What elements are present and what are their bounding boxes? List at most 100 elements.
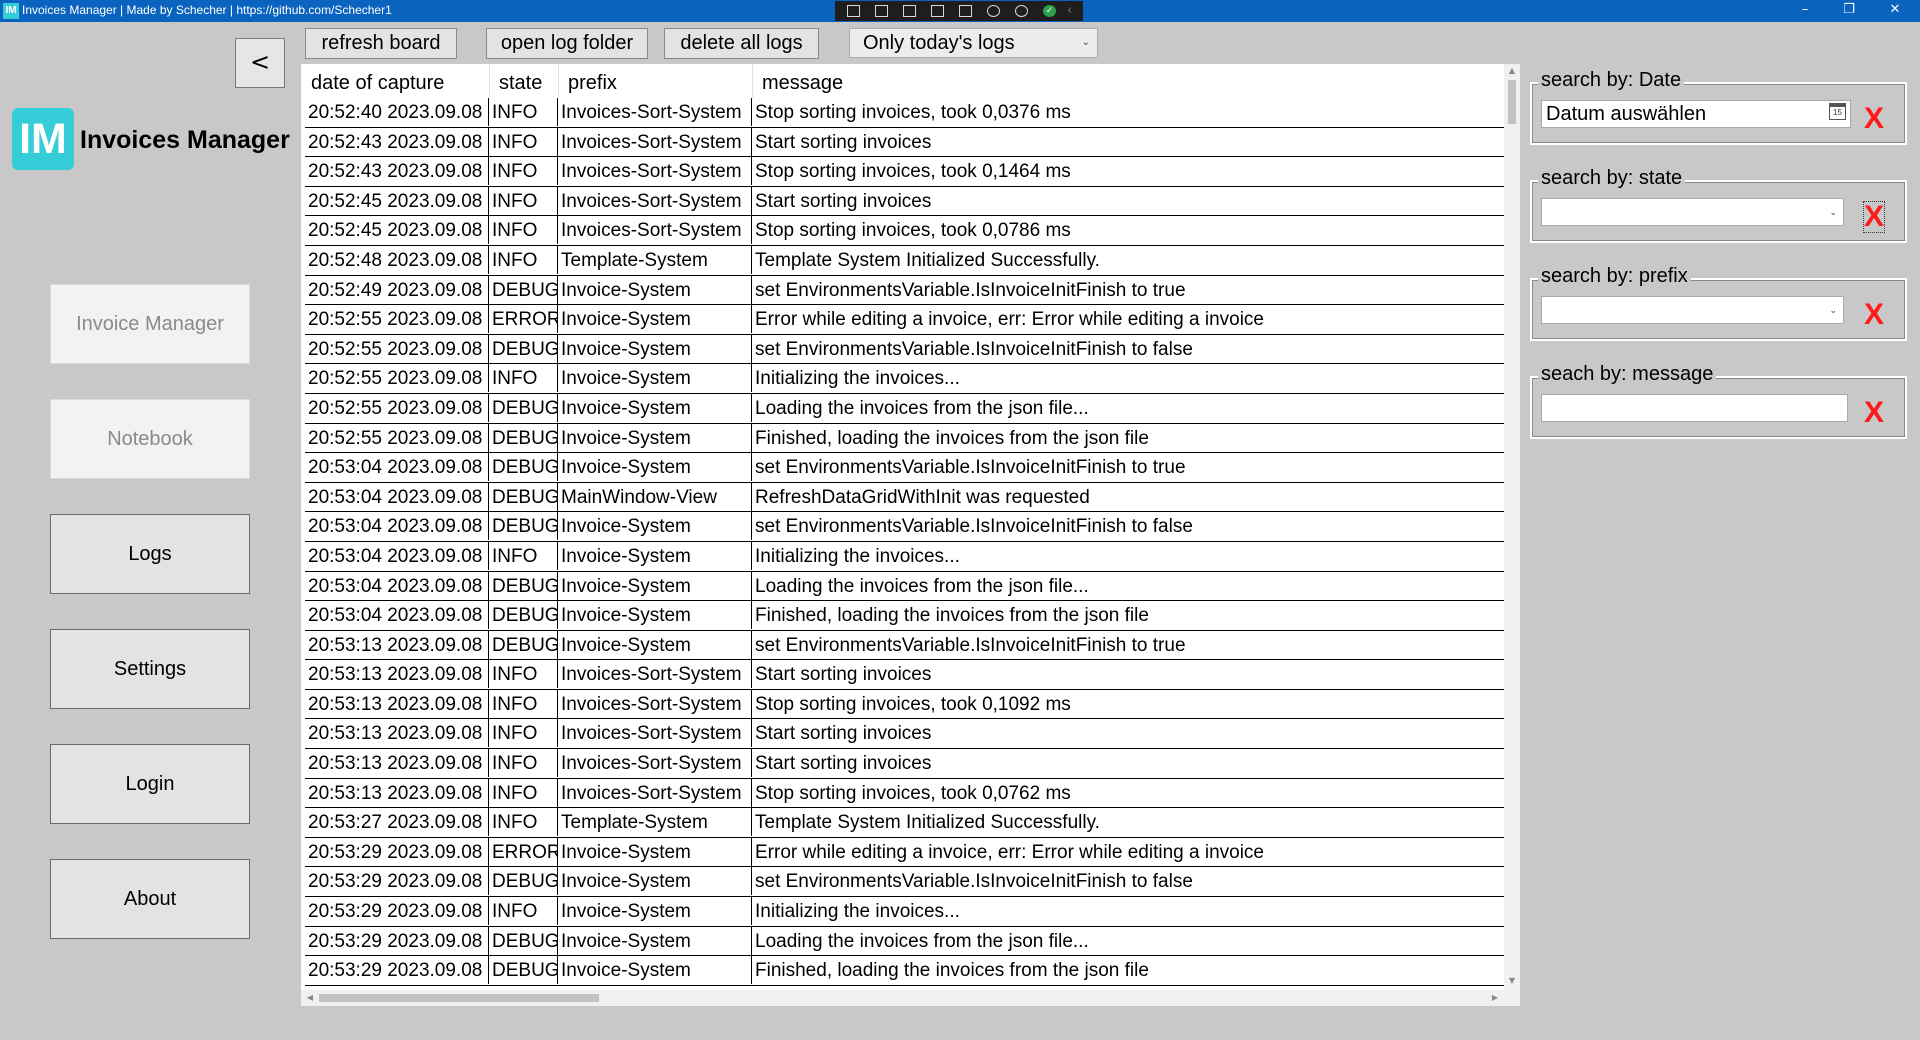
grid-rows: 20:52:40 2023.09.08 INFO Invoices-Sort-Sys…: [305, 98, 1504, 986]
vertical-scroll-thumb[interactable]: [1508, 80, 1516, 124]
column-header-message[interactable]: message: [752, 64, 1352, 98]
nav-notebook-button[interactable]: Notebook: [50, 399, 250, 479]
date-picker[interactable]: Datum auswählen 15: [1541, 100, 1851, 128]
accessibility-icon[interactable]: [1015, 5, 1028, 17]
table-row[interactable]: 20:52:55 2023.09.08 DEBUG Invoice-System Fi…: [305, 423, 1504, 454]
cell-prefix: Invoice-System: [558, 541, 752, 570]
table-row[interactable]: 20:53:04 2023.09.08 DEBUG MainWindow-View R…: [305, 482, 1504, 513]
nav-login-button[interactable]: Login: [50, 744, 250, 824]
cell-state: DEBUG: [489, 630, 558, 659]
cell-prefix: Invoices-Sort-System: [558, 186, 752, 215]
nav-settings-button[interactable]: Settings: [50, 629, 250, 709]
cell-message: Finished, loading the invoices from the …: [755, 427, 1149, 449]
cell-message: Start sorting invoices: [755, 190, 932, 212]
cell-date: 20:53:29 2023.09.08: [305, 897, 489, 926]
table-row[interactable]: 20:53:27 2023.09.08 INFO Template-System Te…: [305, 808, 1504, 838]
message-filter-group: seach by: message X: [1530, 363, 1907, 439]
horizontal-scrollbar[interactable]: ◀ ▶: [301, 990, 1504, 1006]
table-row[interactable]: 20:53:04 2023.09.08 INFO Invoice-System Ini…: [305, 541, 1504, 572]
column-header-date[interactable]: date of capture: [301, 64, 489, 98]
table-row[interactable]: 20:52:43 2023.09.08 INFO Invoices-Sort-Sys…: [305, 127, 1504, 158]
clear-message-button[interactable]: X: [1864, 398, 1884, 428]
cell-prefix: Invoice-System: [558, 571, 752, 600]
scroll-up-icon[interactable]: ▲: [1504, 64, 1520, 78]
table-row[interactable]: 20:52:55 2023.09.08 DEBUG Invoice-System se…: [305, 334, 1504, 365]
collapse-chevron-icon[interactable]: ‹: [1067, 4, 1080, 17]
nav-invoice-manager-button[interactable]: Invoice Manager: [50, 284, 250, 364]
live-visual-tree-icon[interactable]: [847, 5, 860, 17]
horizontal-scroll-thumb[interactable]: [319, 994, 599, 1002]
binding-failures-icon[interactable]: [987, 5, 1000, 17]
cell-prefix: Invoice-System: [558, 334, 752, 363]
scroll-right-icon[interactable]: ▶: [1488, 990, 1502, 1006]
table-row[interactable]: 20:53:13 2023.09.08 INFO Invoices-Sort-Sys…: [305, 689, 1504, 720]
table-row[interactable]: 20:53:29 2023.09.08 DEBUG Invoice-System Fi…: [305, 956, 1504, 986]
close-button[interactable]: ✕: [1872, 0, 1918, 22]
cell-date: 20:53:04 2023.09.08: [305, 512, 489, 541]
scroll-left-icon[interactable]: ◀: [303, 990, 317, 1006]
table-row[interactable]: 20:52:40 2023.09.08 INFO Invoices-Sort-Sys…: [305, 98, 1504, 128]
table-row[interactable]: 20:53:29 2023.09.08 INFO Invoice-System Ini…: [305, 897, 1504, 927]
table-row[interactable]: 20:53:04 2023.09.08 DEBUG Invoice-System Lo…: [305, 571, 1504, 602]
nav-logs-button[interactable]: Logs: [50, 514, 250, 594]
table-row[interactable]: 20:52:48 2023.09.08 INFO Template-System Te…: [305, 245, 1504, 276]
cell-date: 20:52:45 2023.09.08: [305, 216, 489, 245]
message-input[interactable]: [1541, 394, 1848, 422]
table-row[interactable]: 20:52:49 2023.09.08 DEBUG Invoice-System se…: [305, 275, 1504, 306]
table-row[interactable]: 20:52:55 2023.09.08 INFO Invoice-System Ini…: [305, 364, 1504, 394]
table-row[interactable]: 20:52:45 2023.09.08 INFO Invoices-Sort-Sys…: [305, 186, 1504, 217]
refresh-board-button[interactable]: refresh board: [305, 28, 457, 59]
table-row[interactable]: 20:53:29 2023.09.08 DEBUG Invoice-System Lo…: [305, 926, 1504, 957]
table-row[interactable]: 20:53:29 2023.09.08 DEBUG Invoice-System se…: [305, 867, 1504, 898]
check-ok-icon[interactable]: ✓: [1043, 5, 1056, 17]
cell-state: INFO: [489, 689, 558, 718]
clear-state-button[interactable]: X: [1862, 201, 1886, 233]
cell-state: INFO: [489, 897, 558, 926]
cell-date: 20:53:04 2023.09.08: [305, 571, 489, 600]
column-header-state[interactable]: state: [489, 64, 558, 98]
log-data-grid[interactable]: date of capture state prefix message 20:…: [301, 64, 1520, 1006]
table-row[interactable]: 20:52:55 2023.09.08 DEBUG Invoice-System Lo…: [305, 393, 1504, 424]
grid-header: date of capture state prefix message: [301, 64, 1504, 98]
table-row[interactable]: 20:53:29 2023.09.08 ERROR Invoice-System Er…: [305, 837, 1504, 868]
cell-state: DEBUG: [489, 334, 558, 363]
table-row[interactable]: 20:53:13 2023.09.08 INFO Invoices-Sort-Sys…: [305, 749, 1504, 779]
vertical-scrollbar[interactable]: ▲ ▼: [1504, 64, 1520, 990]
clear-date-button[interactable]: X: [1864, 104, 1884, 134]
cell-date: 20:52:49 2023.09.08: [305, 275, 489, 304]
table-row[interactable]: 20:52:43 2023.09.08 INFO Invoices-Sort-Sys…: [305, 157, 1504, 187]
display-layout-adorners-icon[interactable]: [931, 5, 944, 17]
cell-date: 20:53:04 2023.09.08: [305, 541, 489, 570]
minimize-button[interactable]: –: [1782, 0, 1828, 22]
table-row[interactable]: 20:53:13 2023.09.08 DEBUG Invoice-System se…: [305, 630, 1504, 661]
table-row[interactable]: 20:53:13 2023.09.08 INFO Invoices-Sort-Sys…: [305, 719, 1504, 750]
cell-state: DEBUG: [489, 423, 558, 452]
table-row[interactable]: 20:52:45 2023.09.08 INFO Invoices-Sort-Sys…: [305, 216, 1504, 246]
table-row[interactable]: 20:53:13 2023.09.08 INFO Invoices-Sort-Sys…: [305, 778, 1504, 809]
table-row[interactable]: 20:52:55 2023.09.08 ERROR Invoice-System Er…: [305, 305, 1504, 335]
delete-all-logs-button[interactable]: delete all logs: [664, 28, 819, 59]
column-header-prefix[interactable]: prefix: [558, 64, 752, 98]
state-combobox[interactable]: ⌄: [1541, 198, 1844, 226]
table-row[interactable]: 20:53:04 2023.09.08 DEBUG Invoice-System Fi…: [305, 601, 1504, 631]
maximize-button[interactable]: ❐: [1826, 0, 1872, 22]
cell-message: set EnvironmentsVariable.IsInvoiceInitFi…: [755, 634, 1186, 656]
prefix-combobox[interactable]: ⌄: [1541, 296, 1844, 324]
clear-prefix-button[interactable]: X: [1864, 300, 1884, 330]
table-row[interactable]: 20:53:04 2023.09.08 DEBUG Invoice-System se…: [305, 453, 1504, 483]
cell-date: 20:53:29 2023.09.08: [305, 956, 489, 985]
table-row[interactable]: 20:53:04 2023.09.08 DEBUG Invoice-System se…: [305, 512, 1504, 542]
nav-about-button[interactable]: About: [50, 859, 250, 939]
track-focus-icon[interactable]: [959, 5, 972, 17]
log-range-select[interactable]: Only today's logs ⌄: [849, 28, 1098, 58]
cell-message: Start sorting invoices: [755, 664, 932, 686]
select-element-icon[interactable]: [903, 5, 916, 17]
back-button[interactable]: <: [235, 38, 285, 88]
open-log-folder-button[interactable]: open log folder: [486, 28, 648, 59]
table-row[interactable]: 20:53:13 2023.09.08 INFO Invoices-Sort-Sys…: [305, 660, 1504, 690]
scroll-down-icon[interactable]: ▼: [1504, 974, 1520, 988]
calendar-icon[interactable]: 15: [1829, 103, 1846, 120]
app-icon: IM: [3, 3, 19, 19]
video-icon[interactable]: [875, 5, 888, 17]
cell-message: Initializing the invoices...: [755, 545, 960, 567]
